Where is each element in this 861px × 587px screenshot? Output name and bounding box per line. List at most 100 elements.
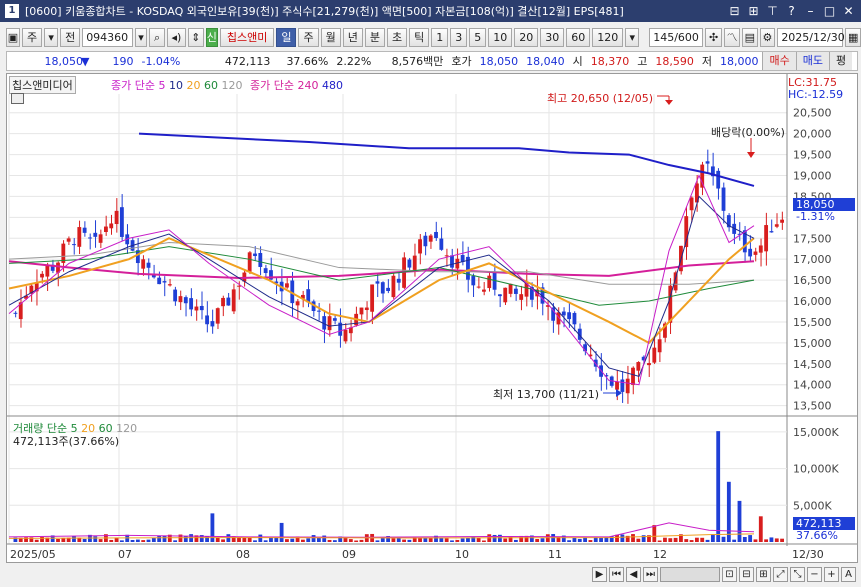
chart-canvas[interactable]: 20,50020,00019,50019,00018,50018,00017,5… (7, 74, 857, 562)
scroll-right-icon[interactable]: ▶ (592, 566, 607, 582)
high-label: 고 (637, 55, 648, 68)
minimize-icon[interactable]: – (802, 3, 819, 19)
data-count-input[interactable]: 145/600 (649, 27, 703, 47)
pin-icon[interactable]: ⊤ (764, 3, 781, 19)
tab-year[interactable]: 년 (342, 27, 363, 47)
candle-body (327, 316, 332, 331)
zoom-plus-icon[interactable]: + (824, 566, 839, 582)
dropdown-icon[interactable]: ▾ (44, 27, 59, 47)
volume-bar (311, 535, 316, 542)
volume-bar (758, 516, 763, 542)
tab-day[interactable]: 일 (276, 27, 297, 47)
ma-10-label[interactable]: 10 (169, 79, 183, 92)
eval-button[interactable]: 평 (828, 52, 853, 70)
search-icon[interactable]: ⌕ (149, 27, 165, 47)
bid-price: 18,040 (526, 54, 565, 68)
tab-tick[interactable]: 틱 (409, 27, 430, 47)
candle-body (93, 232, 98, 237)
calendar-icon[interactable]: ▦ (845, 27, 861, 47)
grid-icon[interactable] (11, 93, 24, 104)
candle-body (412, 255, 417, 270)
zoom-settings-icon[interactable]: ⊡ (722, 566, 737, 582)
ma-long-label[interactable]: 종가 단순 240 (250, 79, 318, 92)
date-input[interactable]: 2025/12/30 (777, 27, 845, 47)
ma-20-label[interactable]: 20 (186, 79, 200, 92)
candle-body (428, 235, 433, 242)
volume-bar (359, 539, 364, 542)
stock-name-label[interactable]: 칩스앤미디어 (9, 76, 76, 94)
drawing-icon[interactable]: 〽 (724, 27, 740, 47)
help-icon[interactable]: ? (783, 3, 800, 19)
prev-button[interactable]: 전 (60, 27, 81, 47)
maximize-icon[interactable]: □ (821, 3, 838, 19)
layout-icon[interactable]: ▣ (6, 27, 20, 47)
chevron-down-icon[interactable]: ▾ (625, 27, 640, 47)
volume-bar (183, 536, 188, 542)
zoom-minus-icon[interactable]: − (807, 566, 822, 582)
interval-1[interactable]: 1 (431, 27, 449, 47)
close-icon[interactable]: ✕ (840, 3, 857, 19)
chart-type-icon[interactable]: ⊞ (756, 566, 771, 582)
vol-ma-120-label[interactable]: 120 (116, 422, 137, 435)
stock-code-input[interactable]: 094360 (82, 27, 133, 47)
shrink-icon[interactable]: ⤡ (790, 566, 805, 582)
candle-body (82, 227, 87, 233)
chevron-down-icon[interactable]: ▾ (134, 27, 148, 47)
gear-icon[interactable]: ⚙ (759, 27, 776, 47)
price-chart[interactable]: 20,50020,00019,50019,00018,50018,00017,5… (6, 73, 858, 563)
lock-icon[interactable]: ⊟ (739, 566, 754, 582)
expand-icon[interactable]: ⤢ (773, 566, 788, 582)
interval-60[interactable]: 60 (566, 27, 591, 47)
buy-button[interactable]: 매수 (762, 52, 796, 70)
price-axis-label: 14,500 (793, 358, 832, 371)
volume-bar (301, 539, 305, 542)
pin-icon[interactable]: ⊟ (726, 3, 743, 19)
company-name-button[interactable]: 칩스앤미디 (219, 27, 275, 47)
interval-120[interactable]: 120 (592, 27, 624, 47)
ma-60-label[interactable]: 60 (204, 79, 218, 92)
volume-bar (753, 539, 758, 542)
crosshair-icon[interactable]: ✣ (704, 27, 723, 47)
interval-20[interactable]: 20 (514, 27, 539, 47)
volume-bar (737, 500, 742, 542)
date-axis-label: 12 (653, 548, 667, 561)
zoom-slider[interactable] (660, 566, 720, 582)
candle-body (647, 363, 651, 366)
ma-short-label[interactable]: 종가 단순 5 (111, 79, 165, 92)
volume-bar (40, 536, 44, 542)
volume-bar (354, 540, 359, 542)
candle-body (199, 305, 204, 311)
high-annotation: 최고 20,650 (12/05) (547, 92, 654, 105)
date-axis-label: 07 (118, 548, 132, 561)
save-icon[interactable]: ▤ (741, 27, 758, 47)
market-type-select[interactable]: 주 (21, 27, 43, 47)
volume-bar (258, 534, 263, 542)
interval-10[interactable]: 10 (488, 27, 513, 47)
volume-bar (716, 431, 721, 542)
scroll-first-icon[interactable]: ⏮ (609, 566, 624, 582)
font-size-icon[interactable]: A (841, 566, 856, 582)
tab-week[interactable]: 주 (298, 27, 319, 47)
scroll-last-icon[interactable]: ⏭ (643, 566, 658, 582)
scroll-prev-icon[interactable]: ◀ (626, 566, 641, 582)
tab-month[interactable]: 월 (320, 27, 341, 47)
interval-3[interactable]: 3 (450, 27, 468, 47)
candle-body (316, 310, 321, 312)
ma-480-label[interactable]: 480 (322, 79, 343, 92)
interval-30[interactable]: 30 (540, 27, 565, 47)
volume-bar (146, 539, 151, 542)
sell-button[interactable]: 매도 (795, 52, 829, 70)
arrow-updown-icon[interactable]: ⇕ (187, 27, 204, 47)
window-number-badge[interactable]: 1 (5, 4, 19, 18)
interval-5[interactable]: 5 (469, 27, 487, 47)
price-axis-label: 16,000 (793, 295, 832, 308)
tab-second[interactable]: 초 (386, 27, 408, 47)
volume-bar (652, 525, 657, 542)
link-icon[interactable]: ⊞ (745, 3, 762, 19)
candle-body (141, 259, 146, 269)
candle-body (332, 318, 337, 321)
speaker-icon[interactable]: ◂) (166, 27, 186, 47)
tab-minute[interactable]: 분 (364, 27, 385, 47)
ma-120-label[interactable]: 120 (221, 79, 242, 92)
candle-body (72, 244, 76, 246)
